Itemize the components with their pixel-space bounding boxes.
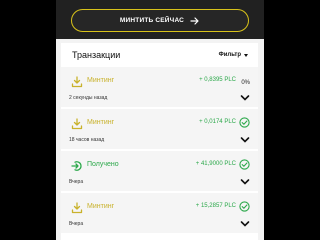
download-icon	[71, 118, 83, 130]
transaction-progress: 0%	[241, 79, 250, 86]
chevron-down-icon[interactable]	[240, 94, 250, 102]
transaction-type: Минтинг	[87, 77, 115, 84]
receive-icon	[71, 161, 82, 171]
filter-label: Фильтр	[218, 52, 241, 58]
transaction-amount: + 0,8395 PLC	[199, 77, 236, 83]
transaction-type: Минтинг	[87, 203, 115, 210]
chevron-down-icon[interactable]	[240, 178, 250, 186]
transaction-time: Вчера	[69, 221, 84, 227]
transaction-type: Минтинг	[87, 119, 115, 126]
transaction-row[interactable]: Минтинг + 15,2857 PLC Вчера	[61, 193, 258, 234]
filter-dropdown[interactable]: Фильтр	[219, 52, 248, 58]
transaction-row[interactable]: Минтинг + 0,0174 PLC 18 часов назад	[61, 109, 258, 150]
download-icon	[71, 76, 83, 88]
transaction-time: 2 секунды назад	[69, 95, 108, 101]
transaction-row[interactable]: Минтинг + 0,8395 PLC 0% 2 секунды назад	[61, 67, 258, 108]
transactions-card: Транзакции Фильтр Минтинг + 0,8395 PLC 0…	[61, 43, 258, 240]
phone-screen: МИНТИТЬ СЕЙЧАС Транзакции Фильтр Минтинг…	[56, 0, 264, 240]
download-icon	[71, 202, 83, 214]
transaction-row[interactable]: Получено + 41,9000 PLC Вчера	[61, 151, 258, 192]
transaction-time: Вчера	[69, 179, 84, 185]
transaction-amount: + 15,2857 PLC	[195, 203, 236, 209]
transaction-amount: + 41,9000 PLC	[195, 161, 236, 167]
transaction-amount: + 0,0174 PLC	[199, 119, 236, 125]
check-circle-icon	[239, 201, 250, 212]
arrow-right-icon	[190, 16, 199, 25]
mint-header: МИНТИТЬ СЕЙЧАС	[56, 0, 264, 39]
check-circle-icon	[239, 159, 250, 170]
transactions-title: Транзакции	[72, 50, 121, 60]
chevron-down-icon[interactable]	[240, 136, 250, 144]
transactions-header: Транзакции Фильтр	[61, 43, 258, 67]
chevron-down-icon[interactable]	[240, 220, 250, 228]
transaction-type: Получено	[87, 161, 119, 168]
caret-down-icon	[244, 53, 248, 57]
mint-now-button[interactable]: МИНТИТЬ СЕЙЧАС	[71, 9, 249, 32]
transaction-time: 18 часов назад	[69, 137, 105, 143]
mint-now-label: МИНТИТЬ СЕЙЧАС	[119, 17, 185, 24]
check-circle-icon	[239, 117, 250, 128]
